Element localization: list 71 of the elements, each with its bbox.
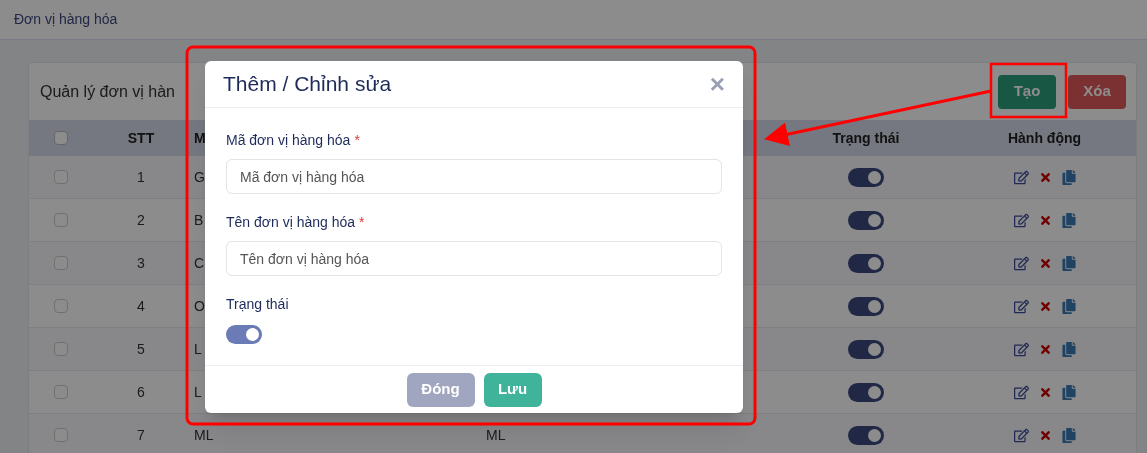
- toggle-switch[interactable]: [848, 167, 884, 187]
- breadcrumb-item[interactable]: Đơn vị hàng hóa: [14, 9, 118, 30]
- column-header: M: [194, 129, 206, 146]
- field-label: Tên đơn vị hàng hóa: [226, 213, 356, 232]
- table-cell: G: [194, 168, 205, 185]
- delete-button[interactable]: Xóa: [1068, 74, 1126, 109]
- checkbox[interactable]: [54, 428, 68, 442]
- required-mark: *: [359, 213, 365, 232]
- delete-icon[interactable]: [1038, 299, 1052, 313]
- copy-icon[interactable]: [1061, 341, 1076, 357]
- column-header: Hành động: [1007, 129, 1082, 146]
- edit-icon[interactable]: [1013, 169, 1029, 185]
- copy-icon[interactable]: [1061, 427, 1076, 443]
- copy-icon[interactable]: [1061, 255, 1076, 271]
- table-cell: 1: [137, 168, 145, 185]
- toggle-switch[interactable]: [848, 425, 884, 445]
- delete-icon[interactable]: [1038, 256, 1052, 270]
- delete-icon[interactable]: [1038, 213, 1052, 227]
- copy-icon[interactable]: [1061, 212, 1076, 228]
- field-label: Mã đơn vị hàng hóa: [226, 131, 351, 150]
- input-field[interactable]: Mã đơn vị hàng hóa: [226, 159, 722, 194]
- edit-icon[interactable]: [1013, 212, 1029, 228]
- table-cell: B: [194, 211, 204, 228]
- copy-icon[interactable]: [1061, 298, 1076, 314]
- edit-icon[interactable]: [1013, 384, 1029, 400]
- checkbox[interactable]: [54, 385, 68, 399]
- close-dialog-button[interactable]: Đóng: [406, 372, 475, 407]
- edit-icon[interactable]: [1013, 427, 1029, 443]
- checkbox[interactable]: [54, 299, 68, 313]
- table-cell: 7: [137, 426, 145, 443]
- column-header: STT: [127, 129, 155, 146]
- table-cell: L: [194, 383, 202, 400]
- delete-icon[interactable]: [1038, 428, 1052, 442]
- table-cell: 4: [137, 297, 145, 314]
- checkbox[interactable]: [54, 213, 68, 227]
- table-cell: 3: [137, 254, 145, 271]
- copy-icon[interactable]: [1061, 384, 1076, 400]
- table-cell: 2: [137, 211, 145, 228]
- table-cell: ML: [194, 426, 214, 443]
- delete-icon[interactable]: [1038, 385, 1052, 399]
- edit-icon[interactable]: [1013, 341, 1029, 357]
- checkbox[interactable]: [54, 342, 68, 356]
- edit-icon[interactable]: [1013, 298, 1029, 314]
- table-cell: O: [194, 297, 205, 314]
- toggle-switch[interactable]: [226, 325, 262, 344]
- table-cell: 6: [137, 383, 145, 400]
- table-cell: L: [194, 340, 202, 357]
- modal-title: Thêm / Chỉnh sửa: [223, 71, 392, 98]
- checkbox[interactable]: [54, 131, 68, 145]
- toggle-switch[interactable]: [848, 339, 884, 359]
- toggle-switch[interactable]: [848, 382, 884, 402]
- field-label: Trạng thái: [226, 295, 290, 314]
- edit-icon[interactable]: [1013, 255, 1029, 271]
- toggle-switch[interactable]: [848, 210, 884, 230]
- delete-icon[interactable]: [1038, 342, 1052, 356]
- card-title: Quản lý đơn vị hàn: [40, 82, 175, 100]
- copy-icon[interactable]: [1061, 169, 1076, 185]
- create-button[interactable]: Tạo: [998, 74, 1056, 109]
- table-cell: C: [194, 254, 205, 271]
- delete-icon[interactable]: [1038, 170, 1052, 184]
- column-header: Trạng thái: [832, 129, 900, 146]
- checkbox[interactable]: [54, 170, 68, 184]
- input-field[interactable]: Tên đơn vị hàng hóa: [226, 241, 722, 276]
- table-cell: ML: [486, 426, 506, 443]
- required-mark: *: [354, 131, 360, 150]
- checkbox[interactable]: [54, 256, 68, 270]
- toggle-switch[interactable]: [848, 296, 884, 316]
- table-cell: 5: [137, 340, 145, 357]
- toggle-switch[interactable]: [848, 253, 884, 273]
- close-button[interactable]: ×: [709, 71, 725, 97]
- save-button[interactable]: Lưu: [483, 372, 542, 407]
